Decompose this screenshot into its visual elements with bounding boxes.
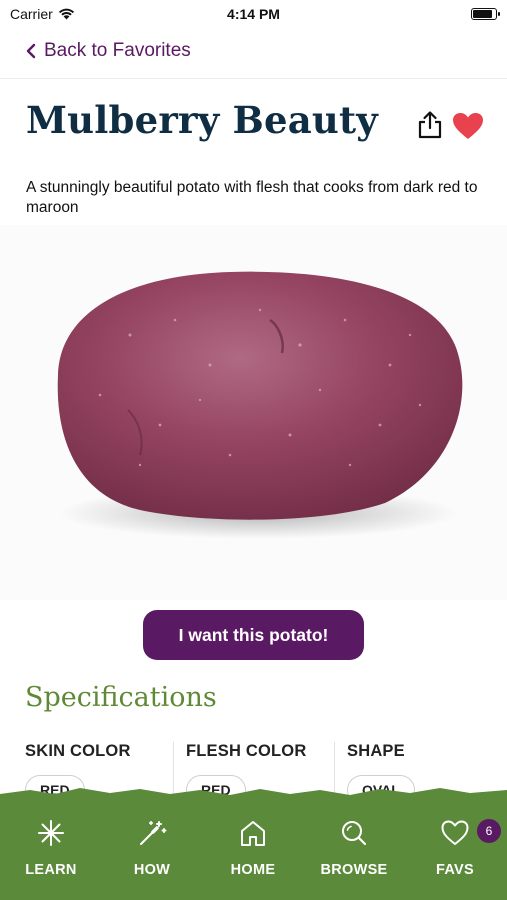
- tab-bar: LEARN HOW HOME BROWSE FAVS: [0, 782, 507, 900]
- home-icon: [241, 821, 265, 846]
- tab-label: FAVS: [436, 862, 474, 878]
- tab-label: LEARN: [25, 862, 77, 878]
- magic-wand-icon: [140, 821, 167, 845]
- potato-description: A stunningly beautiful potato with flesh…: [26, 179, 478, 216]
- potato-image: [0, 225, 507, 600]
- share-icon[interactable]: [416, 110, 444, 140]
- search-icon: [342, 821, 367, 846]
- battery-icon: [471, 8, 500, 20]
- status-bar: Carrier 4:14 PM: [0, 0, 507, 28]
- tab-label: BROWSE: [320, 862, 388, 878]
- heart-outline-icon: [441, 820, 469, 845]
- tab-label: HOW: [133, 862, 171, 878]
- want-potato-button[interactable]: I want this potato!: [143, 610, 364, 660]
- spec-skin-color: SKIN COLOR RED: [25, 742, 131, 805]
- spec-label: FLESH COLOR: [186, 742, 307, 760]
- spec-label: SKIN COLOR: [25, 742, 131, 760]
- specifications-heading: Specifications: [25, 682, 217, 713]
- favs-count-badge: 6: [477, 819, 501, 843]
- chevron-left-icon: [26, 43, 36, 59]
- tab-browse[interactable]: BROWSE: [309, 818, 399, 888]
- tab-learn[interactable]: LEARN: [6, 818, 96, 888]
- page-title: Mulberry Beauty: [26, 98, 378, 142]
- spec-label: SHAPE: [347, 742, 405, 760]
- tab-home[interactable]: HOME: [208, 818, 298, 888]
- spec-shape: SHAPE OVAL: [347, 742, 415, 805]
- favorite-heart-icon[interactable]: [452, 112, 484, 140]
- tab-how[interactable]: HOW: [107, 818, 197, 888]
- nav-divider: [0, 78, 507, 79]
- back-to-favorites-link[interactable]: Back to Favorites: [26, 38, 191, 64]
- spec-flesh-color: FLESH COLOR RED: [186, 742, 307, 805]
- battery-level: [473, 10, 492, 18]
- back-label: Back to Favorites: [44, 40, 191, 61]
- sparkle-icon: [38, 820, 64, 846]
- tab-label: HOME: [230, 862, 276, 878]
- status-time: 4:14 PM: [227, 6, 280, 22]
